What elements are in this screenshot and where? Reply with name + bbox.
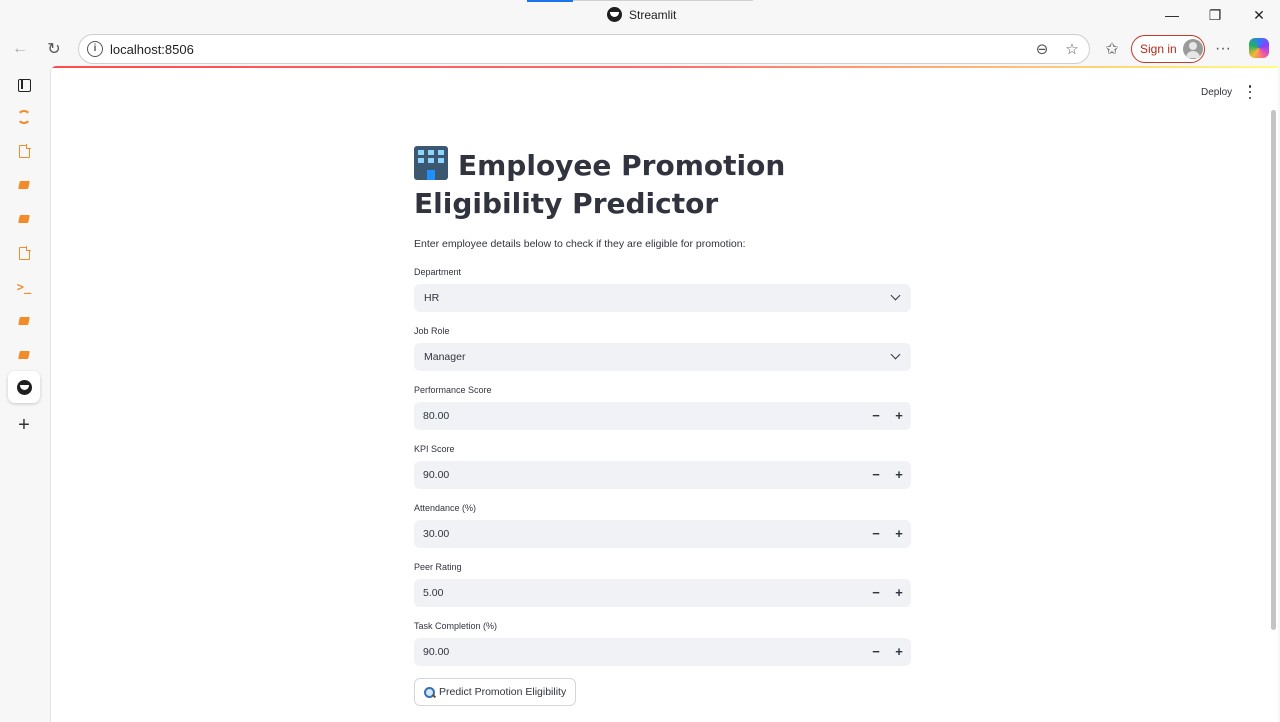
back-icon[interactable]: ← <box>9 38 31 60</box>
kpi-score-input[interactable]: 90.00 − + <box>414 461 911 489</box>
department-value: HR <box>424 292 440 304</box>
sidebar-book-icon[interactable] <box>12 343 36 367</box>
performance-score-value[interactable]: 80.00 <box>423 410 449 422</box>
reload-icon[interactable]: ↻ <box>43 38 65 60</box>
page-title-text: Employee Promotion Eligibility Predictor <box>414 149 786 220</box>
sidebar-arc-icon[interactable] <box>12 105 36 129</box>
scrollbar[interactable] <box>1271 110 1276 630</box>
peer-rating-input[interactable]: 5.00 − + <box>414 579 911 607</box>
sidebar-add-icon[interactable]: + <box>12 413 36 437</box>
decrement-button[interactable]: − <box>865 524 887 544</box>
window-titlebar: Streamlit — ❐ ✕ <box>0 0 1280 32</box>
favorite-star-icon[interactable]: ☆ <box>1062 40 1082 60</box>
increment-button[interactable]: + <box>888 642 910 662</box>
department-select[interactable]: HR <box>414 284 911 312</box>
tab-indicator <box>527 0 573 2</box>
sidebar-streamlit-icon[interactable] <box>8 371 40 403</box>
sidebar-book-icon[interactable] <box>12 207 36 231</box>
vertical-sidebar: >_ + <box>0 66 48 722</box>
increment-button[interactable]: + <box>888 524 910 544</box>
chevron-down-icon <box>890 349 901 360</box>
attendance-value[interactable]: 30.00 <box>423 528 449 540</box>
task-completion-value[interactable]: 90.00 <box>423 646 449 658</box>
predict-button-label: Predict Promotion Eligibility <box>439 686 567 698</box>
attendance-label: Attendance (%) <box>414 503 477 513</box>
deploy-button[interactable]: Deploy <box>1201 87 1232 98</box>
increment-button[interactable]: + <box>888 406 910 426</box>
performance-score-input[interactable]: 80.00 − + <box>414 402 911 430</box>
sidebar-book-icon[interactable] <box>12 173 36 197</box>
minimize-button[interactable]: — <box>1157 4 1187 26</box>
kpi-score-value[interactable]: 90.00 <box>423 469 449 481</box>
favorites-icon[interactable]: ✩ <box>1101 38 1123 60</box>
avatar-icon <box>1182 39 1203 59</box>
window-title-text: Streamlit <box>629 7 677 22</box>
sidebar-terminal-icon[interactable]: >_ <box>12 275 36 299</box>
job-role-value: Manager <box>424 351 466 363</box>
page-title: Employee Promotion Eligibility Predictor <box>414 146 912 223</box>
page-description: Enter employee details below to check if… <box>414 238 746 250</box>
browser-toolbar: ← ↻ i localhost:8506 ⊖ ☆ ✩ Sign in ··· <box>0 32 1280 66</box>
info-icon[interactable]: i <box>87 41 103 57</box>
page-content: Deploy Employee Promotion Eligibility Pr… <box>50 66 1278 722</box>
sign-in-label: Sign in <box>1140 42 1177 56</box>
peer-rating-label: Peer Rating <box>414 562 462 572</box>
sidebar-doc-icon[interactable] <box>12 139 36 163</box>
kpi-score-label: KPI Score <box>414 444 455 454</box>
streamlit-icon <box>607 7 622 22</box>
predict-button[interactable]: Predict Promotion Eligibility <box>414 678 577 706</box>
decrement-button[interactable]: − <box>865 465 887 485</box>
address-bar[interactable]: i localhost:8506 ⊖ ☆ <box>78 34 1090 64</box>
increment-button[interactable]: + <box>888 583 910 603</box>
streamlit-decoration-bar <box>51 66 1278 68</box>
attendance-input[interactable]: 30.00 − + <box>414 520 911 548</box>
sidebar-panel-icon[interactable] <box>12 73 36 97</box>
restore-button[interactable]: ❐ <box>1200 4 1230 26</box>
job-role-select[interactable]: Manager <box>414 343 911 371</box>
office-building-icon <box>414 146 448 180</box>
copilot-icon[interactable] <box>1249 38 1269 58</box>
decrement-button[interactable]: − <box>865 406 887 426</box>
more-options-icon[interactable]: ··· <box>1212 38 1234 60</box>
magnifying-glass-icon <box>424 686 435 698</box>
close-button[interactable]: ✕ <box>1244 4 1274 26</box>
chevron-down-icon <box>890 290 901 301</box>
main-menu-icon[interactable] <box>1247 85 1253 99</box>
zoom-icon[interactable]: ⊖ <box>1032 40 1052 60</box>
sign-in-button[interactable]: Sign in <box>1131 35 1205 63</box>
sidebar-doc-icon[interactable] <box>12 241 36 265</box>
task-completion-label: Task Completion (%) <box>414 621 498 631</box>
department-label: Department <box>414 267 462 277</box>
window-title: Streamlit <box>607 7 676 22</box>
decrement-button[interactable]: − <box>865 583 887 603</box>
performance-score-label: Performance Score <box>414 385 492 395</box>
decrement-button[interactable]: − <box>865 642 887 662</box>
task-completion-input[interactable]: 90.00 − + <box>414 638 911 666</box>
url-text[interactable]: localhost:8506 <box>110 42 194 57</box>
peer-rating-value[interactable]: 5.00 <box>423 587 443 599</box>
job-role-label: Job Role <box>414 326 450 336</box>
tab-strip-line <box>573 0 753 1</box>
increment-button[interactable]: + <box>888 465 910 485</box>
sidebar-book-icon[interactable] <box>12 309 36 333</box>
